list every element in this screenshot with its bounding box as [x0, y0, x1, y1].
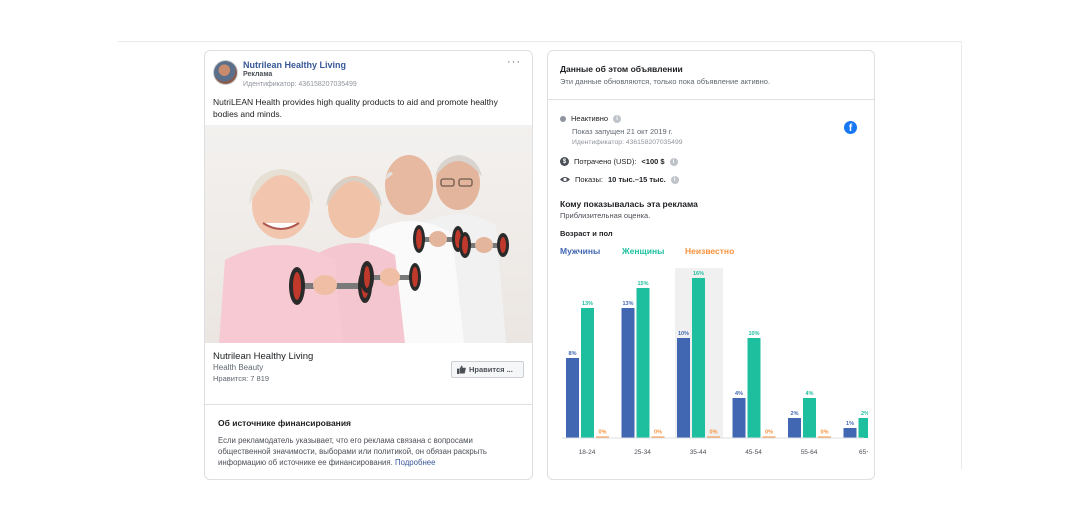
impressions-label: Показы:	[575, 175, 604, 184]
data-label: 10%	[748, 331, 759, 337]
funding-body: Если рекламодатель указывает, что его ре…	[218, 436, 487, 467]
top-divider	[118, 41, 961, 42]
data-label: 1%	[846, 421, 854, 427]
funding-text: Если рекламодатель указывает, что его ре…	[218, 435, 523, 468]
spent-value: <100 $	[641, 157, 665, 166]
ad-preview-card: Nutrilean Healthy Living Реклама Идентиф…	[204, 50, 533, 480]
impressions-value: 10 тыс.–15 тыс.	[608, 175, 666, 184]
likes-count: Нравится: 7 819	[213, 374, 270, 383]
legend-women[interactable]: Женщины	[622, 246, 664, 256]
data-label: 0%	[599, 430, 607, 436]
ad-data-id: Идентификатор: 436158207035499	[572, 139, 683, 146]
bar-45-54-0	[732, 398, 746, 438]
data-label: 2%	[791, 411, 799, 417]
ad-data-header: Данные об этом объявлении Эти данные обн…	[548, 51, 874, 100]
x-tick-label: 55-64	[801, 449, 818, 456]
data-label: 0%	[654, 430, 662, 436]
bar-65+-1	[858, 418, 868, 438]
status-text: Неактивно	[571, 114, 609, 123]
status-dot-icon	[560, 115, 566, 122]
bar-18-24-0	[566, 358, 579, 438]
bar-18-24-1	[581, 308, 594, 438]
data-label: 15%	[637, 281, 648, 287]
thumbs-up-icon	[457, 365, 466, 374]
impressions-row: Показы: 10 тыс.–15 тыс. i	[560, 175, 679, 184]
link-preview[interactable]: Nutrilean Healthy Living Health Beauty Н…	[205, 343, 532, 405]
funding-title: Об источнике финансирования	[218, 418, 351, 428]
age-gender-chart: 8% 13% 0% 18-24 13% 15% 0% 25-34 10% 16% 0% 35-44 4%…	[562, 268, 868, 456]
page-name-link[interactable]: Nutrilean Healthy Living	[243, 60, 346, 70]
audience-title: Кому показывалась эта реклама	[560, 199, 698, 209]
data-label: 2%	[861, 411, 868, 417]
bar-55-64-1	[803, 398, 816, 438]
info-icon[interactable]: i	[670, 175, 679, 184]
x-tick-label: 35-44	[690, 449, 707, 456]
seniors-with-dumbbells-photo	[219, 155, 509, 343]
ad-image[interactable]	[205, 125, 532, 343]
link-category: Health Beauty	[213, 363, 264, 372]
learn-more-link[interactable]: Подробнее	[395, 458, 435, 467]
x-tick-label: 25-34	[634, 449, 651, 456]
ad-id: Идентификатор: 436158207035499	[243, 81, 357, 88]
page-avatar[interactable]	[213, 60, 238, 85]
right-divider	[961, 41, 962, 469]
bar-65+-0	[843, 428, 857, 438]
data-label: 16%	[693, 271, 704, 277]
launch-date: Показ запущен 21 окт 2019 г.	[572, 127, 673, 136]
info-icon[interactable]: i	[669, 157, 678, 166]
x-tick-label: 65+	[859, 449, 868, 456]
ad-data-card: Данные об этом объявлении Эти данные обн…	[547, 50, 875, 480]
bar-25-34-1	[636, 288, 650, 438]
bar-45-54-1	[747, 338, 761, 438]
funding-section: Об источнике финансирования Если рекламо…	[205, 405, 532, 479]
bar-35-44-0	[677, 338, 690, 438]
age-gender-title: Возраст и пол	[560, 229, 613, 238]
bar-55-64-0	[788, 418, 801, 438]
like-button-label: Нравится ...	[469, 365, 513, 374]
x-tick-label: 18-24	[579, 449, 596, 456]
info-icon[interactable]: i	[613, 114, 622, 123]
data-label: 0%	[765, 430, 773, 436]
data-label: 8%	[569, 351, 577, 357]
data-label: 4%	[806, 391, 814, 397]
data-label: 13%	[622, 301, 633, 307]
x-tick-label: 45-54	[745, 449, 762, 456]
eye-icon	[560, 177, 570, 182]
data-label: 0%	[821, 430, 829, 436]
sponsored-label: Реклама	[243, 71, 273, 78]
bar-35-44-1	[692, 278, 705, 438]
data-label: 4%	[735, 391, 743, 397]
spent-label: Потрачено (USD):	[574, 157, 637, 166]
data-label: 0%	[710, 430, 718, 436]
link-title[interactable]: Nutrilean Healthy Living	[213, 351, 313, 362]
post-text: NutriLEAN Health provides high quality p…	[213, 97, 498, 119]
dollar-icon: $	[560, 157, 569, 166]
legend-unknown[interactable]: Неизвестно	[685, 246, 734, 256]
bar-25-34-0	[621, 308, 635, 438]
data-label: 10%	[678, 331, 689, 337]
audience-subtitle: Приблизительная оценка.	[560, 211, 651, 220]
spent-row: $ Потрачено (USD): <100 $ i	[560, 157, 678, 166]
legend-men[interactable]: Мужчины	[560, 246, 600, 256]
data-label: 13%	[582, 301, 593, 307]
facebook-platform-icon[interactable]: f	[844, 121, 857, 134]
post-header: Nutrilean Healthy Living Реклама Идентиф…	[213, 56, 525, 92]
more-options-button[interactable]: ···	[507, 56, 521, 68]
ad-data-subtitle: Эти данные обновляются, только пока объя…	[560, 77, 771, 86]
status-row: Неактивно i	[560, 114, 622, 123]
like-page-button[interactable]: Нравится ...	[451, 361, 524, 378]
ad-data-title: Данные об этом объявлении	[560, 64, 683, 74]
